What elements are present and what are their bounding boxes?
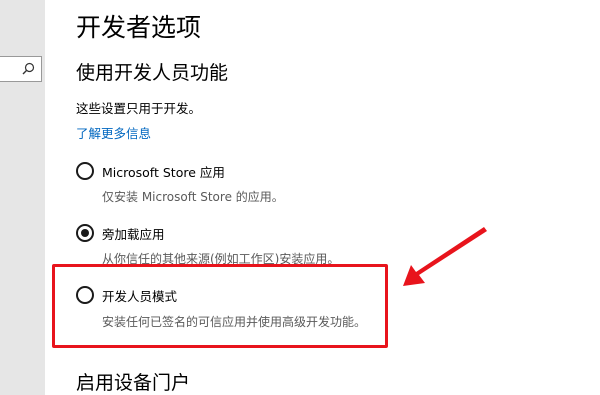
next-section-title: 启用设备门户	[76, 372, 191, 394]
search-icon[interactable]	[20, 61, 36, 77]
section-title: 使用开发人员功能	[76, 62, 229, 84]
annotation-highlight-box	[52, 264, 388, 348]
section-description: 这些设置只用于开发。	[76, 101, 202, 116]
sidebar	[0, 0, 45, 395]
radio-option-microsoft-store[interactable]: Microsoft Store 应用	[76, 160, 225, 182]
option-description: 仅安装 Microsoft Store 的应用。	[102, 190, 284, 204]
search-input[interactable]	[0, 56, 42, 82]
radio-button[interactable]	[76, 162, 94, 180]
learn-more-link[interactable]: 了解更多信息	[76, 123, 151, 142]
radio-button-checked[interactable]	[76, 224, 94, 242]
option-label: Microsoft Store 应用	[102, 164, 225, 180]
option-label: 旁加载应用	[102, 226, 165, 242]
radio-option-sideload[interactable]: 旁加载应用	[76, 222, 165, 244]
annotation-arrow-icon	[403, 227, 487, 286]
page-title: 开发者选项	[76, 13, 202, 42]
